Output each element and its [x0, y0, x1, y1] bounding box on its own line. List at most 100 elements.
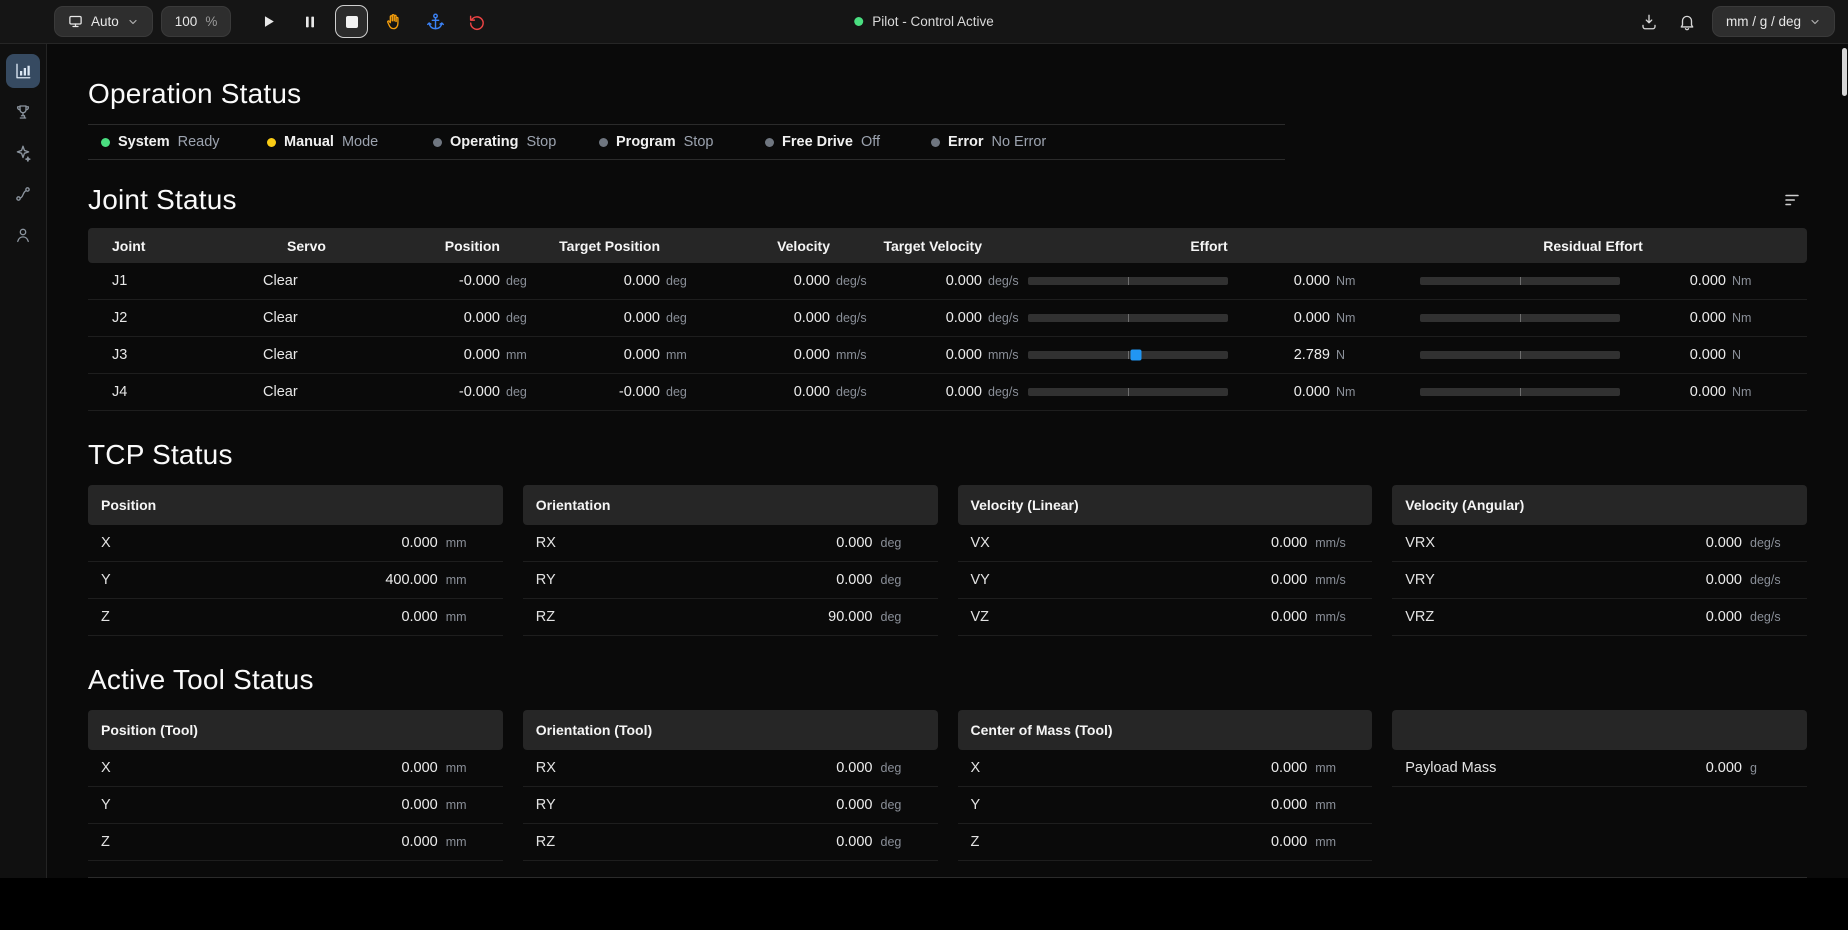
col-residual-effort: Residual Effort	[1390, 238, 1807, 254]
metric-row: X 0.000 mm	[88, 525, 503, 562]
status-label: Operating	[450, 134, 518, 150]
joint-target-velocity-cell: 0.000 deg/s	[876, 273, 1028, 289]
joint-target-position-unit: deg	[660, 385, 706, 399]
joint-name: J4	[88, 384, 263, 400]
col-servo: Servo	[263, 238, 368, 254]
filter-lines-icon	[1783, 191, 1801, 209]
mode-select[interactable]: Auto	[54, 6, 153, 37]
stop-button[interactable]	[335, 5, 368, 38]
joint-table-body: J1 Clear -0.000 deg 0.000 deg 0.000 deg/…	[88, 263, 1807, 411]
joint-effort-unit: Nm	[1330, 385, 1370, 399]
play-button[interactable]	[251, 5, 285, 39]
units-select[interactable]: mm / g / deg	[1712, 6, 1835, 37]
col-velocity: Velocity	[706, 238, 876, 254]
metric-label: VRX	[1405, 535, 1435, 551]
anchor-icon	[426, 12, 445, 31]
metric-unit: mm	[438, 798, 490, 812]
status-item: Manual Mode	[267, 134, 433, 150]
metric-unit: deg/s	[1742, 573, 1794, 587]
effort-marker	[1131, 350, 1142, 361]
joint-velocity-unit: deg/s	[830, 385, 876, 399]
status-item: Operating Stop	[433, 134, 599, 150]
joint-target-velocity-value: 0.000	[946, 273, 982, 289]
speed-control[interactable]: 100 %	[161, 6, 232, 37]
residual-effort-bar	[1420, 351, 1620, 359]
joint-target-velocity-unit: deg/s	[982, 311, 1028, 325]
joint-position-cell: -0.000 deg	[368, 273, 546, 289]
status-dot	[765, 138, 774, 147]
sidebar-item-status[interactable]	[6, 54, 40, 88]
metric-value: 0.000	[556, 572, 873, 588]
joint-effort-cell: 0.000 Nm	[1028, 384, 1390, 400]
joint-position-value: -0.000	[459, 273, 500, 289]
joint-residual-effort-unit: N	[1726, 348, 1766, 362]
active-tool-status-title: Active Tool Status	[88, 664, 1807, 696]
panel-title: Orientation (Tool)	[523, 710, 938, 750]
pause-button[interactable]	[293, 5, 327, 39]
metric-row: X 0.000 mm	[88, 750, 503, 787]
col-joint: Joint	[88, 238, 263, 254]
metric-value: 0.000	[111, 760, 438, 776]
panel-rows: VX 0.000 mm/s VY 0.000 mm/s VZ	[958, 525, 1373, 636]
metric-value: 0.000	[110, 834, 438, 850]
joint-target-position-cell: 0.000 mm	[546, 347, 706, 363]
joint-name: J2	[88, 310, 263, 326]
pause-icon	[302, 14, 318, 30]
column-settings-button[interactable]	[1777, 185, 1807, 215]
effort-bar	[1028, 277, 1228, 285]
metric-label: RZ	[536, 834, 555, 850]
joint-effort-cell: 0.000 Nm	[1028, 273, 1390, 289]
metric-row: RX 0.000 deg	[523, 750, 938, 787]
metric-row: Z 0.000 mm	[88, 824, 503, 861]
joint-velocity-cell: 0.000 mm/s	[706, 347, 876, 363]
operation-status-strip: System Ready Manual Mode Operating Stop	[88, 124, 1285, 160]
metric-unit: mm	[438, 536, 490, 550]
status-item: Free Drive Off	[765, 134, 931, 150]
joint-target-velocity-value: 0.000	[946, 384, 982, 400]
joint-position-unit: mm	[500, 348, 546, 362]
panel-title: Velocity (Angular)	[1392, 485, 1807, 525]
joint-position-value: 0.000	[464, 310, 500, 326]
joint-position-unit: deg	[500, 274, 546, 288]
col-target-position: Target Position	[546, 238, 706, 254]
sidebar-item-gestures[interactable]	[6, 136, 40, 170]
effort-zero-tick	[1128, 314, 1129, 322]
anchor-button[interactable]	[418, 5, 452, 39]
metric-label: Y	[101, 572, 111, 588]
joint-position-cell: -0.000 deg	[368, 384, 546, 400]
panel-title: Position (Tool)	[88, 710, 503, 750]
joint-target-position-unit: deg	[660, 311, 706, 325]
scrollbar-thumb[interactable]	[1842, 48, 1847, 96]
joint-target-position-cell: 0.000 deg	[546, 273, 706, 289]
panel-tool-payload: Payload Mass 0.000 g	[1392, 710, 1807, 861]
status-value: Ready	[178, 134, 220, 150]
metric-label: Z	[101, 609, 110, 625]
metric-row: VX 0.000 mm/s	[958, 525, 1373, 562]
joint-effort-unit: N	[1330, 348, 1370, 362]
residual-zero-tick	[1520, 351, 1521, 359]
panel-rows: Payload Mass 0.000 g	[1392, 750, 1807, 787]
export-button[interactable]	[1632, 5, 1666, 39]
hand-guide-button[interactable]	[376, 5, 410, 39]
pilot-status: Pilot - Control Active	[854, 14, 994, 29]
metric-label: RY	[536, 797, 556, 813]
joint-position-value: 0.000	[464, 347, 500, 363]
reset-rotation-button[interactable]	[460, 5, 494, 39]
metric-value: 0.000	[111, 535, 438, 551]
joint-residual-effort-unit: Nm	[1726, 274, 1766, 288]
residual-zero-tick	[1520, 388, 1521, 396]
metric-value: 0.000	[1434, 609, 1742, 625]
panel-tool-position: Position (Tool) X 0.000 mm Y 0.000 mm	[88, 710, 503, 861]
joint-residual-effort-unit: Nm	[1726, 385, 1766, 399]
sidebar-item-paths[interactable]	[6, 177, 40, 211]
metric-unit: deg	[873, 573, 925, 587]
console-output-bar: Console Output Clear	[88, 877, 1807, 878]
status-item: System Ready	[101, 134, 267, 150]
notifications-button[interactable]	[1670, 5, 1704, 39]
sidebar-item-achievements[interactable]	[6, 95, 40, 129]
joint-target-position-cell: 0.000 deg	[546, 310, 706, 326]
joint-servo-state: Clear	[263, 273, 368, 289]
sidebar-item-user[interactable]	[6, 218, 40, 252]
metric-label: VZ	[971, 609, 990, 625]
effort-bar	[1028, 388, 1228, 396]
